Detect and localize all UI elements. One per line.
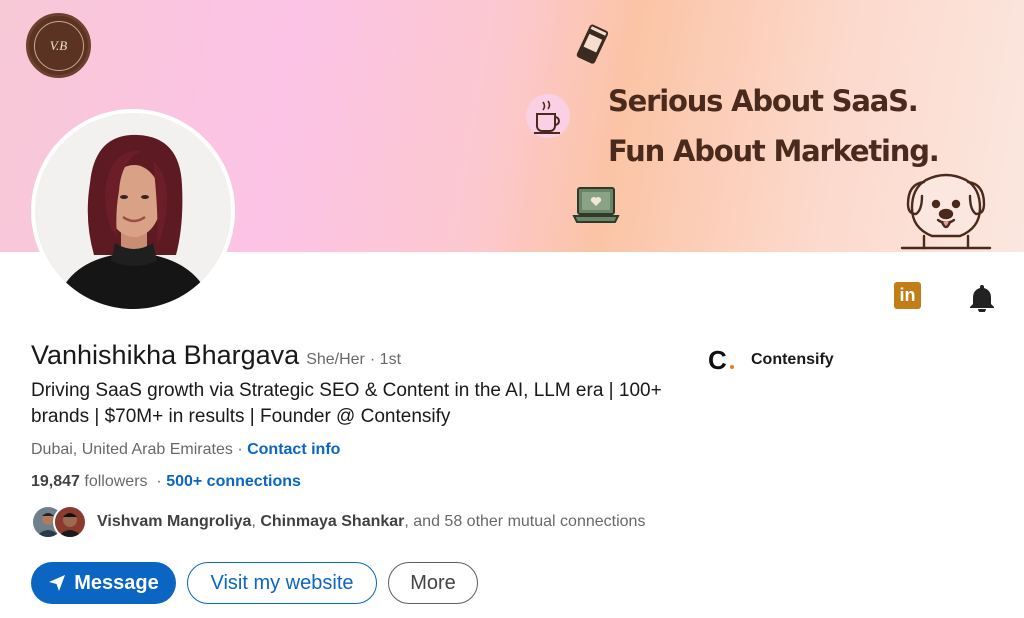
location-row: Dubai, United Arab Emirates · Contact in… [31, 441, 340, 459]
company-logo: C [708, 345, 734, 375]
location-separator: · [232, 441, 248, 458]
mutual-name-2: Chinmaya Shankar [260, 513, 405, 530]
banner-headline-line1: Serious About SaaS. [608, 84, 919, 118]
avatar-portrait-image [35, 113, 231, 309]
connection-degree: · 1st [369, 351, 402, 368]
visit-website-label: Visit my website [210, 571, 354, 594]
mutual-avatar-2 [53, 505, 87, 539]
laptop-heart-icon [572, 187, 620, 223]
message-button[interactable]: Message [31, 562, 176, 604]
mutual-name-separator: , [251, 513, 261, 530]
profile-name: Vanhishikha Bhargava [31, 340, 300, 370]
followers-count: 19,847 [31, 473, 80, 490]
mutual-connections-row[interactable]: Vishvam Mangroliya, Chinmaya Shankar, an… [31, 505, 645, 539]
visit-website-button[interactable]: Visit my website [187, 562, 377, 604]
connections-separator: · [147, 473, 167, 490]
message-button-label: Message [74, 571, 159, 594]
more-button-label: More [410, 571, 456, 594]
company-name: Contensify [751, 351, 834, 368]
dog-icon [900, 173, 992, 250]
followers-label: followers [79, 473, 148, 490]
current-company[interactable]: C Contensify [708, 346, 834, 374]
profile-pronouns: She/Her [306, 351, 365, 368]
location-text: Dubai, United Arab Emirates [31, 441, 233, 458]
mutual-avatars [31, 505, 89, 539]
name-row: Vanhishikha Bhargava She/Her · 1st [31, 340, 401, 371]
more-button[interactable]: More [388, 562, 478, 604]
profile-avatar[interactable] [35, 113, 231, 309]
coffee-cup-icon [526, 94, 570, 138]
banner-headline: Serious About SaaS. Fun About Marketing. [608, 76, 1018, 176]
followers-row: 19,847 followers · 500+ connections [31, 473, 301, 491]
mutual-name-1: Vishvam Mangroliya [97, 513, 252, 530]
mutual-connections-text: Vishvam Mangroliya, Chinmaya Shankar, an… [97, 513, 645, 531]
connections-link[interactable]: 500+ connections [166, 473, 301, 490]
company-logo-letter: C [708, 345, 727, 375]
contact-info-link[interactable]: Contact info [247, 441, 340, 458]
profile-headline: Driving SaaS growth via Strategic SEO & … [31, 380, 662, 427]
coffee-bag-icon [576, 24, 609, 64]
mutual-rest: , and 58 other mutual connections [404, 513, 646, 530]
send-icon [49, 575, 66, 591]
badge-text: V.B [49, 37, 68, 53]
vb-logo-badge: V.B [26, 13, 91, 78]
linkedin-icon[interactable]: in [894, 282, 921, 309]
bell-icon[interactable] [968, 282, 996, 312]
